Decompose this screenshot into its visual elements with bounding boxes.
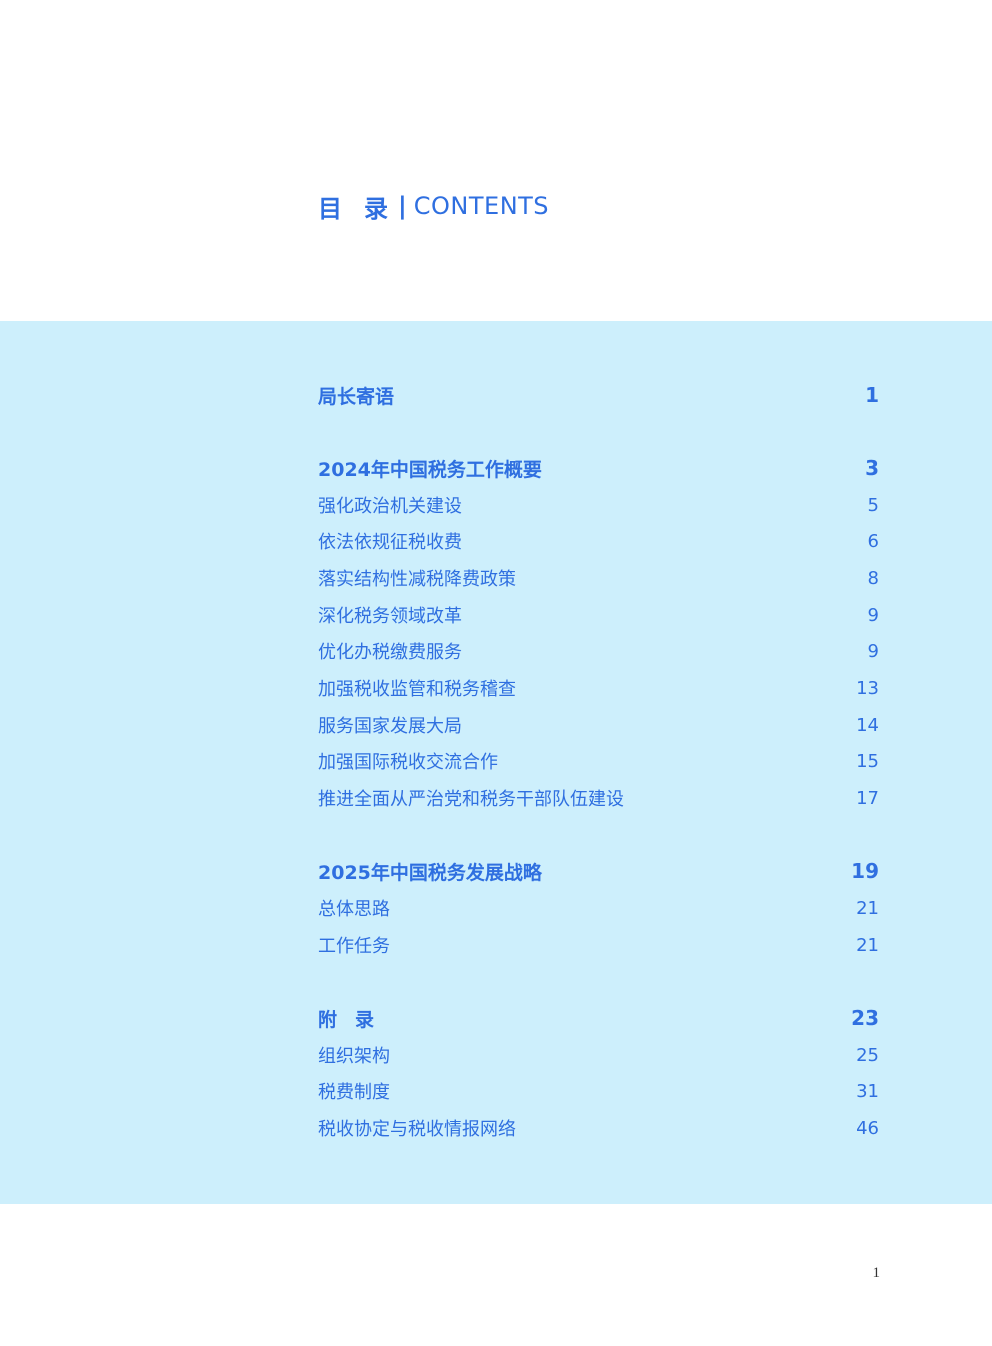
toc-entry-page: 9 [867, 604, 879, 626]
toc-entry-title: 2024年中国税务工作概要 [318, 458, 542, 481]
toc-entry-2025-strategy[interactable]: 2025年中国税务发展战略 19 [318, 858, 879, 884]
toc-entry-page: 15 [856, 750, 879, 772]
toc-entry[interactable]: 深化税务领域改革 9 [318, 602, 879, 628]
toc-entry-page: 21 [856, 897, 879, 919]
toc-entry-foreword[interactable]: 局长寄语 1 [318, 382, 879, 408]
toc-entry-title: 局长寄语 [318, 385, 395, 408]
toc-entry-title: 推进全面从严治党和税务干部队伍建设 [318, 789, 624, 810]
toc-entry[interactable]: 总体思路 21 [318, 895, 879, 921]
toc-entry[interactable]: 组织架构 25 [318, 1042, 879, 1068]
toc-entry[interactable]: 依法依规征税收费 6 [318, 528, 879, 554]
toc-entry[interactable]: 加强国际税收交流合作 15 [318, 748, 879, 774]
toc-entry[interactable]: 优化办税缴费服务 9 [318, 638, 879, 664]
toc-entry-title: 税费制度 [318, 1082, 390, 1103]
toc-entry[interactable]: 强化政治机关建设 5 [318, 492, 879, 518]
toc-entry[interactable]: 税收协定与税收情报网络 46 [318, 1115, 879, 1141]
toc-entry-title: 依法依规征税收费 [318, 532, 462, 553]
heading-separator: | [398, 192, 407, 220]
toc-entry-title: 深化税务领域改革 [318, 606, 462, 627]
toc-entry[interactable]: 服务国家发展大局 14 [318, 712, 879, 738]
toc-entry-page: 23 [851, 1006, 879, 1030]
toc-entry-page: 31 [856, 1080, 879, 1102]
toc-entry-title: 组织架构 [318, 1046, 390, 1067]
toc-entry-page: 13 [856, 677, 879, 699]
toc-entry-page: 25 [856, 1044, 879, 1066]
toc-entry[interactable]: 税费制度 31 [318, 1078, 879, 1104]
toc-entry-appendix[interactable]: 附录 23 [318, 1005, 879, 1031]
toc-entry-title: 加强国际税收交流合作 [318, 752, 498, 773]
toc-entry-page: 1 [865, 383, 879, 407]
toc-entry-page: 3 [865, 456, 879, 480]
toc-entry[interactable]: 推进全面从严治党和税务干部队伍建设 17 [318, 785, 879, 811]
toc-entry-title: 附录 [318, 1008, 393, 1031]
toc-entry-page: 21 [856, 934, 879, 956]
toc-entry-page: 17 [856, 787, 879, 809]
toc-entry-title: 强化政治机关建设 [318, 496, 462, 517]
toc-entry-page: 5 [867, 494, 879, 516]
toc-entry-title: 税收协定与税收情报网络 [318, 1119, 516, 1140]
toc-entry-page: 19 [851, 859, 879, 883]
page-number: 1 [872, 1265, 881, 1281]
heading-english: CONTENTS [413, 192, 550, 220]
heading-chinese: 目录 [318, 194, 410, 223]
toc-entry-title: 工作任务 [318, 936, 390, 957]
toc-entry-title: 优化办税缴费服务 [318, 642, 462, 663]
toc-panel: 局长寄语 1 2024年中国税务工作概要 3 强化政治机关建设 5 依法依规征税… [0, 321, 992, 1204]
toc-entry[interactable]: 工作任务 21 [318, 932, 879, 958]
toc-entry-page: 8 [867, 567, 879, 589]
toc-entry-page: 9 [867, 640, 879, 662]
toc-entry-title: 总体思路 [318, 899, 390, 920]
toc-entry[interactable]: 落实结构性减税降费政策 8 [318, 565, 879, 591]
toc-heading: 目录 | CONTENTS [318, 188, 549, 224]
toc-entry-title: 落实结构性减税降费政策 [318, 569, 516, 590]
toc-entry-page: 46 [856, 1117, 879, 1139]
toc-entry-title: 加强税收监管和税务稽查 [318, 679, 516, 700]
toc-entry-page: 14 [856, 714, 879, 736]
toc-entry-page: 6 [867, 530, 879, 552]
toc-entry-title: 服务国家发展大局 [318, 716, 462, 737]
toc-entry-title: 2025年中国税务发展战略 [318, 861, 542, 884]
toc-entry-2024-overview[interactable]: 2024年中国税务工作概要 3 [318, 455, 879, 481]
toc-entry[interactable]: 加强税收监管和税务稽查 13 [318, 675, 879, 701]
